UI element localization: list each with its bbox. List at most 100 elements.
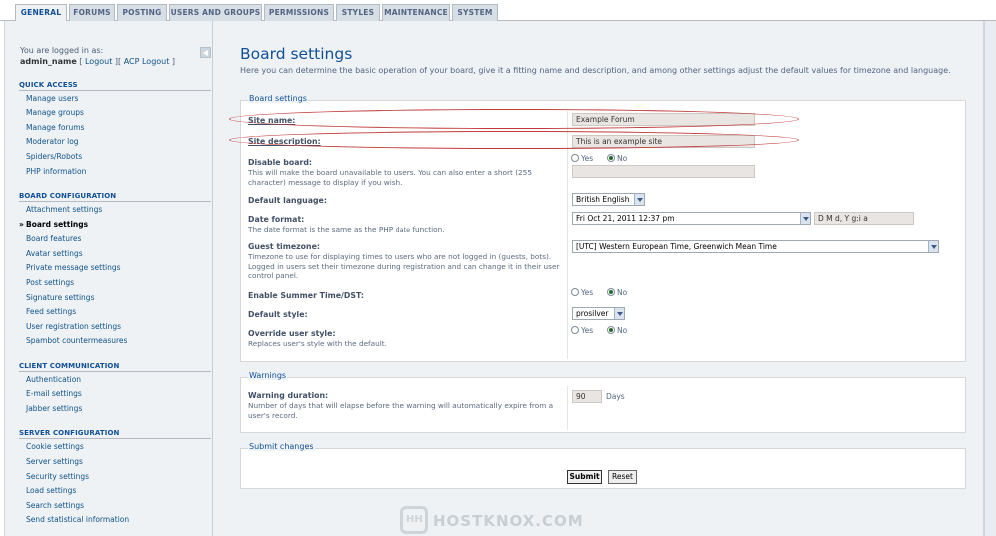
sidebar-item-server-settings[interactable]: Server settings bbox=[26, 457, 83, 466]
login-info: You are logged in as: admin_name [ Logou… bbox=[20, 46, 176, 66]
date-format-explain-code: date bbox=[395, 226, 411, 234]
board-settings-fieldset: Board settings Site name: Example Forum … bbox=[240, 94, 966, 362]
radio-checked-icon bbox=[607, 154, 615, 162]
sidebar-item-avatar-settings[interactable]: Avatar settings bbox=[26, 249, 83, 258]
column-separator bbox=[567, 386, 568, 430]
warning-duration-explain: Number of days that will elapse before t… bbox=[248, 401, 554, 420]
submit-button[interactable]: Submit bbox=[567, 470, 602, 484]
sidebar-item-private-message-settings[interactable]: Private message settings bbox=[26, 263, 121, 272]
warning-duration-input[interactable]: 90 bbox=[572, 390, 602, 403]
page-title: Board settings bbox=[240, 45, 353, 63]
dst-label: Enable Summer Time/DST: bbox=[248, 291, 365, 300]
date-format-custom-input[interactable]: D M d, Y g:i a bbox=[814, 212, 914, 225]
tab-general[interactable]: GENERAL bbox=[15, 4, 67, 22]
tab-styles[interactable]: STYLES bbox=[336, 4, 380, 21]
reset-button[interactable]: Reset bbox=[608, 470, 637, 484]
disable-board-message-input[interactable] bbox=[572, 165, 755, 178]
site-description-label: Site description: bbox=[248, 137, 321, 146]
date-format-select[interactable]: Fri Oct 21, 2011 12:37 pm bbox=[572, 212, 811, 225]
default-style-label: Default style: bbox=[248, 310, 308, 319]
tab-users-and-groups[interactable]: USERS AND GROUPS bbox=[169, 4, 262, 21]
site-description-input[interactable]: This is an example site bbox=[572, 135, 755, 148]
default-style-select[interactable]: prosilver bbox=[572, 307, 625, 320]
sidebar-item-feed-settings[interactable]: Feed settings bbox=[26, 307, 76, 316]
sidebar-item-moderator-log[interactable]: Moderator log bbox=[26, 137, 79, 146]
sidebar: You are logged in as: admin_name [ Logou… bbox=[5, 21, 212, 536]
warnings-legend: Warnings bbox=[248, 371, 288, 380]
warning-duration-label: Warning duration: bbox=[248, 391, 329, 400]
acp-frame: You are logged in as: admin_name [ Logou… bbox=[4, 21, 984, 536]
sidebar-heading-quick-access: QUICK ACCESS bbox=[19, 81, 211, 91]
override-style-label: Override user style: bbox=[248, 329, 336, 338]
date-format-label: Date format: bbox=[248, 215, 305, 224]
sidebar-item-manage-groups[interactable]: Manage groups bbox=[26, 108, 84, 117]
date-format-explain-text: The date format is the same as the PHP bbox=[248, 225, 394, 234]
sidebar-item-jabber-settings[interactable]: Jabber settings bbox=[26, 404, 82, 413]
disable-board-no[interactable]: No bbox=[607, 154, 627, 163]
sidebar-item-php-information[interactable]: PHP information bbox=[26, 167, 86, 176]
login-prefix: You are logged in as: bbox=[20, 46, 104, 55]
sidebar-item-user-registration-settings[interactable]: User registration settings bbox=[26, 322, 121, 331]
dst-no[interactable]: No bbox=[607, 288, 627, 297]
default-language-label: Default language: bbox=[248, 196, 327, 205]
dst-yes[interactable]: Yes bbox=[571, 288, 593, 297]
tab-maintenance[interactable]: MAINTENANCE bbox=[382, 4, 450, 21]
dst-no-label: No bbox=[617, 288, 628, 297]
submit-legend: Submit changes bbox=[248, 442, 315, 451]
override-style-no[interactable]: No bbox=[607, 326, 627, 335]
sidebar-item-spambot-countermeasures[interactable]: Spambot countermeasures bbox=[26, 336, 127, 345]
chevron-down-icon bbox=[800, 213, 810, 224]
sidebar-heading-client-communication: CLIENT COMMUNICATION bbox=[19, 362, 211, 372]
disable-board-yes[interactable]: Yes bbox=[571, 154, 593, 163]
radio-icon bbox=[571, 288, 579, 296]
logout-link[interactable]: Logout bbox=[85, 57, 112, 66]
sidebar-item-post-settings[interactable]: Post settings bbox=[26, 278, 74, 287]
guest-timezone-value: [UTC] Western European Time, Greenwich M… bbox=[576, 242, 777, 251]
sidebar-item-board-settings[interactable]: Board settings bbox=[19, 220, 88, 229]
sidebar-item-security-settings[interactable]: Security settings bbox=[26, 472, 89, 481]
watermark-text: HOSTKNOX.COM bbox=[433, 512, 584, 530]
site-name-input[interactable]: Example Forum bbox=[572, 113, 755, 126]
vertical-scrollbar[interactable] bbox=[984, 21, 996, 536]
submit-fieldset: Submit changes Submit Reset bbox=[240, 442, 966, 489]
acp-logout-link[interactable]: ACP Logout bbox=[124, 57, 170, 66]
sidebar-item-send-statistical-information[interactable]: Send statistical information bbox=[26, 515, 129, 524]
override-style-yes[interactable]: Yes bbox=[571, 326, 593, 335]
warning-duration-unit: Days bbox=[606, 392, 625, 401]
sidebar-item-signature-settings[interactable]: Signature settings bbox=[26, 293, 94, 302]
sidebar-item-load-settings[interactable]: Load settings bbox=[26, 486, 76, 495]
sidebar-item-authentication[interactable]: Authentication bbox=[26, 375, 81, 384]
tab-system[interactable]: SYSTEM bbox=[452, 4, 498, 21]
tab-posting[interactable]: POSTING bbox=[117, 4, 167, 21]
default-language-select[interactable]: British English bbox=[572, 193, 645, 206]
chevron-down-icon bbox=[634, 194, 644, 205]
collapse-menu-icon[interactable] bbox=[200, 47, 211, 58]
sidebar-item-attachment-settings[interactable]: Attachment settings bbox=[26, 205, 102, 214]
sidebar-item-manage-forums[interactable]: Manage forums bbox=[26, 123, 84, 132]
disable-board-no-label: No bbox=[617, 154, 628, 163]
disable-board-explain: This will make the board unavailable to … bbox=[248, 168, 532, 187]
disable-board-label: Disable board: bbox=[248, 158, 313, 167]
sidebar-item-search-settings[interactable]: Search settings bbox=[26, 501, 84, 510]
radio-icon bbox=[571, 154, 579, 162]
guest-timezone-select[interactable]: [UTC] Western European Time, Greenwich M… bbox=[572, 240, 939, 253]
tab-forums[interactable]: FORUMS bbox=[69, 4, 115, 21]
dst-yes-label: Yes bbox=[581, 288, 594, 297]
sidebar-item-manage-users[interactable]: Manage users bbox=[26, 94, 78, 103]
login-username: admin_name bbox=[20, 57, 77, 66]
tab-permissions[interactable]: PERMISSIONS bbox=[264, 4, 334, 21]
radio-icon bbox=[571, 326, 579, 334]
sidebar-item-cookie-settings[interactable]: Cookie settings bbox=[26, 442, 84, 451]
site-name-label: Site name: bbox=[248, 116, 296, 125]
date-format-explain-end: function. bbox=[412, 225, 445, 234]
guest-timezone-label: Guest timezone: bbox=[248, 242, 320, 251]
sidebar-item-email-settings[interactable]: E-mail settings bbox=[26, 389, 82, 398]
sidebar-item-spiders-robots[interactable]: Spiders/Robots bbox=[26, 152, 82, 161]
sidebar-item-board-features[interactable]: Board features bbox=[26, 234, 81, 243]
watermark-logo bbox=[400, 506, 428, 534]
radio-checked-icon bbox=[607, 288, 615, 296]
guest-timezone-explain: Timezone to use for displaying times to … bbox=[248, 252, 560, 280]
sidebar-heading-board-configuration: BOARD CONFIGURATION bbox=[19, 192, 211, 202]
page-intro: Here you can determine the basic operati… bbox=[240, 66, 951, 75]
override-style-yes-label: Yes bbox=[581, 326, 594, 335]
